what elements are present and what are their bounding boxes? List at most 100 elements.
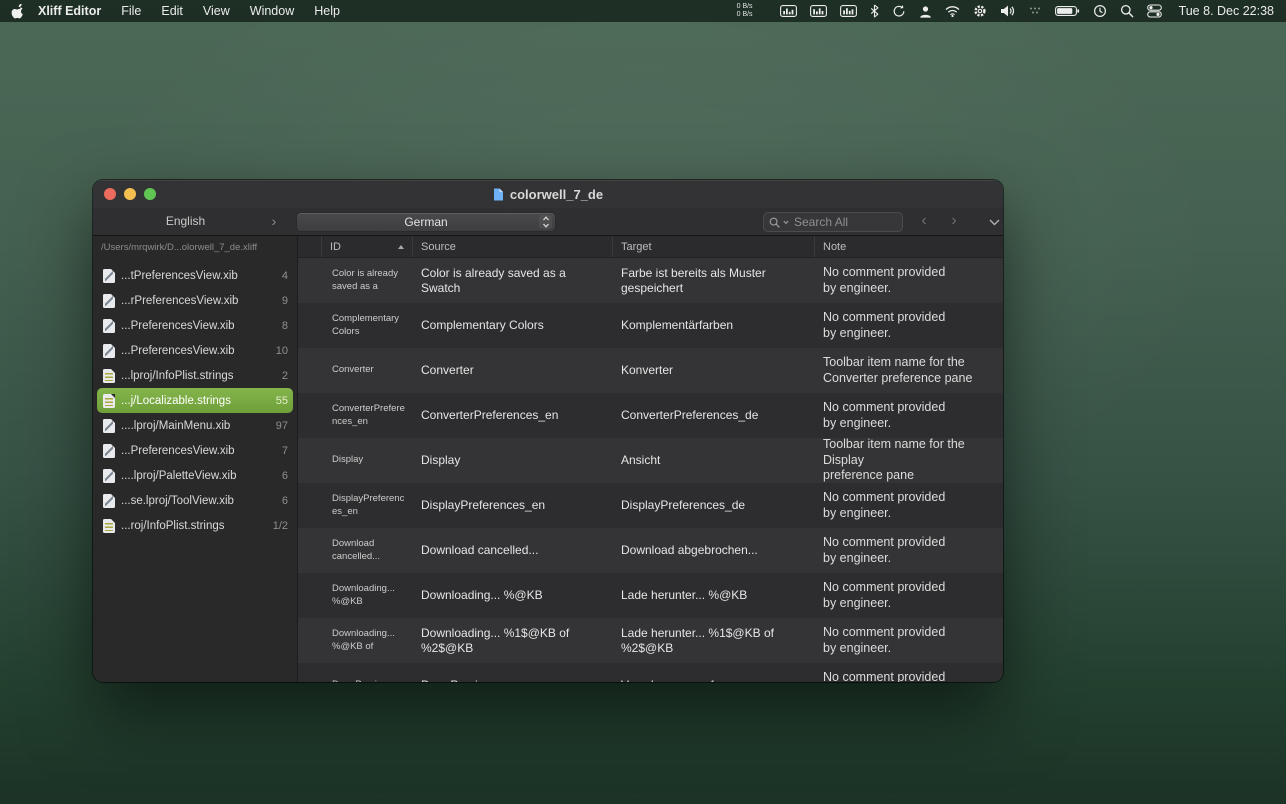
cell-target: Konverter xyxy=(613,348,815,393)
cell-status xyxy=(298,348,322,393)
app-menu-title[interactable]: Xliff Editor xyxy=(34,4,111,18)
wifi-icon[interactable] xyxy=(945,5,960,17)
file-icon xyxy=(103,269,115,283)
table-row[interactable]: Color is already saved as a Color is alr… xyxy=(298,258,1003,303)
cell-source: Download cancelled... xyxy=(413,528,613,573)
file-name: ...PreferencesView.xib xyxy=(121,445,235,457)
file-icon xyxy=(103,294,115,308)
file-list-item[interactable]: ...se.lproj/ToolView.xib 6 xyxy=(97,488,293,513)
display-stat-icon[interactable] xyxy=(780,5,797,17)
table-row[interactable]: Download cancelled... Download cancelled… xyxy=(298,528,1003,573)
cell-note: No comment provided by engineer. xyxy=(815,258,1003,303)
display-stat-icon[interactable] xyxy=(810,5,827,17)
file-count-badge: 6 xyxy=(282,495,288,507)
file-count-badge: 4 xyxy=(282,270,288,282)
file-list-item[interactable]: ...roj/InfoPlist.strings 1/2 xyxy=(97,513,293,538)
file-icon xyxy=(103,519,115,533)
table-row[interactable]: Downloading... %@KB Downloading... %@KB … xyxy=(298,573,1003,618)
file-list-item[interactable]: ....lproj/MainMenu.xib 97 xyxy=(97,413,293,438)
apple-menu[interactable] xyxy=(0,4,34,19)
cell-status xyxy=(298,663,322,682)
cell-id: Converter xyxy=(322,348,413,393)
menu-item[interactable]: Window xyxy=(240,4,304,18)
search-icon xyxy=(769,217,780,228)
file-list-item[interactable]: ...rPreferencesView.xib 9 xyxy=(97,288,293,313)
cell-note: No comment provided by engineer. xyxy=(815,618,1003,663)
volume-icon[interactable] xyxy=(1000,4,1015,18)
table-row[interactable]: Display Display Ansicht Toolbar item nam… xyxy=(298,438,1003,483)
file-list-item[interactable]: ....lproj/PaletteView.xib 6 xyxy=(97,463,293,488)
cell-note: No comment provided by engineer. xyxy=(815,393,1003,438)
previous-result-button[interactable]: ‹ xyxy=(913,208,935,236)
cell-status xyxy=(298,438,322,483)
file-name: ...PreferencesView.xib xyxy=(121,320,235,332)
table-row[interactable]: Drop Preview Drop Preview Vorschau verwe… xyxy=(298,663,1003,682)
table-row[interactable]: ConverterPreferences_en ConverterPrefere… xyxy=(298,393,1003,438)
table-row[interactable]: DisplayPreferences_en DisplayPreferences… xyxy=(298,483,1003,528)
time-machine-icon[interactable] xyxy=(1093,4,1107,18)
column-header-id[interactable]: ID xyxy=(322,236,413,257)
control-center-icon[interactable] xyxy=(1147,4,1162,18)
column-header-source[interactable]: Source xyxy=(413,236,613,257)
menubar-clock[interactable]: Tue 8. Dec 22:38 xyxy=(1179,4,1274,18)
target-language-popup[interactable]: German xyxy=(296,212,556,232)
cell-id: Download cancelled... xyxy=(322,528,413,573)
column-header-target[interactable]: Target xyxy=(613,236,815,257)
table-row[interactable]: Downloading... %@KB of Downloading... %1… xyxy=(298,618,1003,663)
xliff-editor-window: colorwell_7_de English › German Search A… xyxy=(93,180,1003,682)
file-icon xyxy=(103,319,115,333)
file-list-item[interactable]: ...lproj/InfoPlist.strings 2 xyxy=(97,363,293,388)
search-placeholder: Search All xyxy=(794,215,848,229)
file-icon xyxy=(103,419,115,433)
status-dots-icon[interactable] xyxy=(1028,6,1042,16)
menu-item[interactable]: Help xyxy=(304,4,350,18)
file-name: ...tPreferencesView.xib xyxy=(121,270,238,282)
file-list-item[interactable]: ...tPreferencesView.xib 4 xyxy=(97,263,293,288)
table-row[interactable]: Converter Converter Konverter Toolbar it… xyxy=(298,348,1003,393)
cell-target: Farbe ist bereits als Muster gespeichert xyxy=(613,258,815,303)
file-count-badge: 6 xyxy=(282,470,288,482)
file-name: ...se.lproj/ToolView.xib xyxy=(121,495,234,507)
cell-id: Complementary Colors xyxy=(322,303,413,348)
cell-id: Downloading... %@KB of xyxy=(322,618,413,663)
cell-id: Downloading... %@KB xyxy=(322,573,413,618)
display-stat-icon[interactable] xyxy=(840,5,857,17)
cell-target: DisplayPreferences_de xyxy=(613,483,815,528)
next-result-button[interactable]: › xyxy=(943,208,965,236)
table-row[interactable]: Complementary Colors Complementary Color… xyxy=(298,303,1003,348)
user-icon[interactable] xyxy=(919,5,932,18)
menu-item[interactable]: View xyxy=(193,4,240,18)
window-title: colorwell_7_de xyxy=(510,187,603,202)
file-list-item[interactable]: ...PreferencesView.xib 8 xyxy=(97,313,293,338)
sync-icon[interactable] xyxy=(892,4,906,18)
file-count-badge: 1/2 xyxy=(273,520,288,532)
bluetooth-icon[interactable] xyxy=(870,4,879,18)
status-column-header xyxy=(298,236,322,257)
battery-icon[interactable] xyxy=(1055,5,1080,17)
toolbar-overflow-chevron-icon[interactable] xyxy=(985,208,1003,236)
document-proxy-icon[interactable] xyxy=(493,188,504,201)
search-field[interactable]: Search All xyxy=(763,212,903,232)
gear-icon[interactable] xyxy=(973,4,987,18)
cell-target: Komplementärfarben xyxy=(613,303,815,348)
menu-item[interactable]: File xyxy=(111,4,151,18)
file-icon xyxy=(103,394,115,408)
network-throughput[interactable]: 0 B/s 0 B/s xyxy=(737,3,753,19)
file-list-item[interactable]: ...PreferencesView.xib 10 xyxy=(97,338,293,363)
menu-item[interactable]: Edit xyxy=(151,4,193,18)
window-titlebar[interactable]: colorwell_7_de xyxy=(93,180,1003,208)
file-list-item[interactable]: ...PreferencesView.xib 7 xyxy=(97,438,293,463)
cell-target: Lade herunter... %@KB xyxy=(613,573,815,618)
column-header-id-label: ID xyxy=(330,241,341,253)
cell-id: Display xyxy=(322,438,413,483)
file-path: /Users/mrqwirk/D...olorwell_7_de.xliff xyxy=(93,236,297,255)
cell-status xyxy=(298,528,322,573)
column-header-note[interactable]: Note xyxy=(815,236,1003,257)
spotlight-search-icon[interactable] xyxy=(1120,4,1134,18)
file-list-item[interactable]: ...j/Localizable.strings 55 xyxy=(97,388,293,413)
cell-note: No comment provided by engineer. xyxy=(815,483,1003,528)
popup-stepper-icon xyxy=(539,215,552,229)
source-language-label[interactable]: English xyxy=(93,208,278,236)
source-language-chevron-icon[interactable]: › xyxy=(267,208,281,236)
cell-source: Downloading... %@KB xyxy=(413,573,613,618)
